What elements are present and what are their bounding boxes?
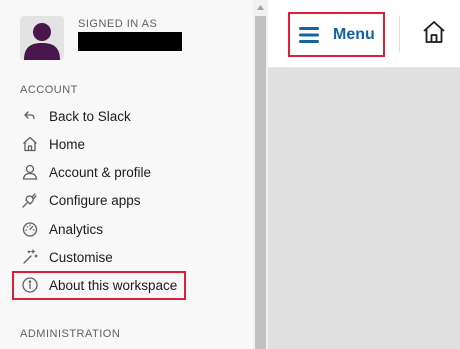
home-button[interactable] — [420, 20, 448, 48]
sidebar-item-customise[interactable]: Customise — [20, 246, 230, 268]
sidebar-item-account-profile[interactable]: Account & profile — [20, 161, 230, 183]
menu-label: Menu — [333, 25, 375, 43]
back-arrow-icon — [20, 106, 40, 126]
plug-icon — [20, 190, 40, 210]
avatar[interactable] — [20, 16, 64, 60]
sidebar-item-configure-apps[interactable]: Configure apps — [20, 189, 230, 211]
sidebar: SIGNED IN AS ACCOUNT Back to Slack Home … — [0, 0, 253, 349]
sidebar-item-label: Back to Slack — [49, 108, 131, 124]
magic-wand-icon — [20, 247, 40, 267]
redacted-username — [78, 32, 182, 51]
home-icon — [20, 134, 40, 154]
sidebar-scrollbar[interactable] — [253, 0, 268, 349]
sidebar-item-label: Home — [49, 136, 86, 152]
account-section-header: ACCOUNT — [20, 84, 78, 96]
content-area — [268, 68, 460, 349]
speedometer-icon — [20, 219, 40, 239]
about-workspace-highlight — [12, 271, 186, 300]
hamburger-icon — [299, 26, 319, 43]
scroll-up-arrow-icon[interactable] — [253, 0, 268, 15]
topbar: Menu — [268, 0, 460, 68]
sidebar-item-label: Analytics — [49, 221, 104, 237]
person-icon — [20, 162, 40, 182]
sidebar-item-analytics[interactable]: Analytics — [20, 218, 230, 240]
administration-section-header: ADMINISTRATION — [20, 328, 121, 340]
sidebar-item-label: Account & profile — [49, 164, 152, 180]
topbar-divider — [399, 16, 400, 52]
signed-in-label: SIGNED IN AS — [78, 18, 158, 30]
sidebar-item-label: Configure apps — [49, 192, 141, 208]
sidebar-item-label: Customise — [49, 249, 113, 265]
home-icon — [421, 19, 447, 50]
menu-button[interactable]: Menu — [288, 12, 385, 57]
scroll-thumb[interactable] — [255, 16, 266, 349]
sidebar-item-back-to-slack[interactable]: Back to Slack — [20, 105, 230, 127]
sidebar-item-home[interactable]: Home — [20, 133, 230, 155]
